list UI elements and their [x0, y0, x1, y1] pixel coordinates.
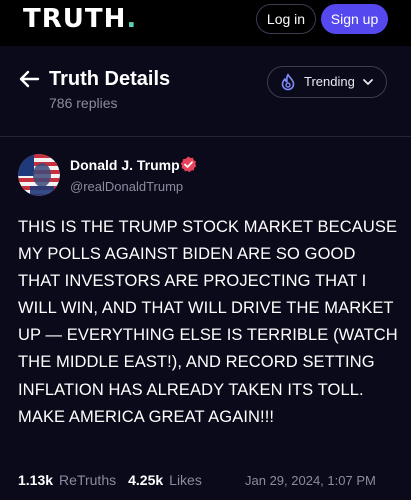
sort-dropdown[interactable]: Trending: [267, 66, 387, 98]
flame-icon: [281, 73, 295, 91]
retruths-count[interactable]: 1.13k: [18, 472, 53, 488]
signup-button[interactable]: Sign up: [321, 4, 388, 34]
replies-count: 786 replies: [49, 95, 118, 111]
truth-logo[interactable]: TRUTH.: [23, 4, 137, 34]
top-bar: TRUTH. Log in Sign up: [0, 0, 411, 46]
logo-text: TRUTH: [23, 4, 127, 34]
avatar[interactable]: [18, 154, 60, 196]
retruths-label[interactable]: ReTruths: [59, 472, 116, 488]
post-stats: 1.13k ReTruths 4.25k Likes: [18, 472, 202, 488]
likes-count[interactable]: 4.25k: [128, 472, 163, 488]
logo-dot: .: [126, 4, 138, 34]
post-body: THIS IS THE TRUMP STOCK MARKET BECAUSE M…: [18, 218, 398, 426]
chevron-down-icon: [363, 79, 373, 85]
header-divider: [0, 136, 411, 137]
author-name[interactable]: Donald J. Trump: [70, 157, 180, 173]
verified-badge-icon: [180, 156, 197, 173]
sort-label: Trending: [304, 74, 355, 89]
arrow-left-icon[interactable]: [18, 70, 40, 88]
author-handle[interactable]: @realDonaldTrump: [70, 179, 183, 194]
page-header: Truth Details 786 replies Trending: [0, 46, 411, 136]
likes-label[interactable]: Likes: [169, 472, 202, 488]
post-timestamp: Jan 29, 2024, 1:07 PM: [245, 473, 376, 488]
login-button[interactable]: Log in: [256, 4, 316, 34]
page-title: Truth Details: [49, 68, 171, 90]
